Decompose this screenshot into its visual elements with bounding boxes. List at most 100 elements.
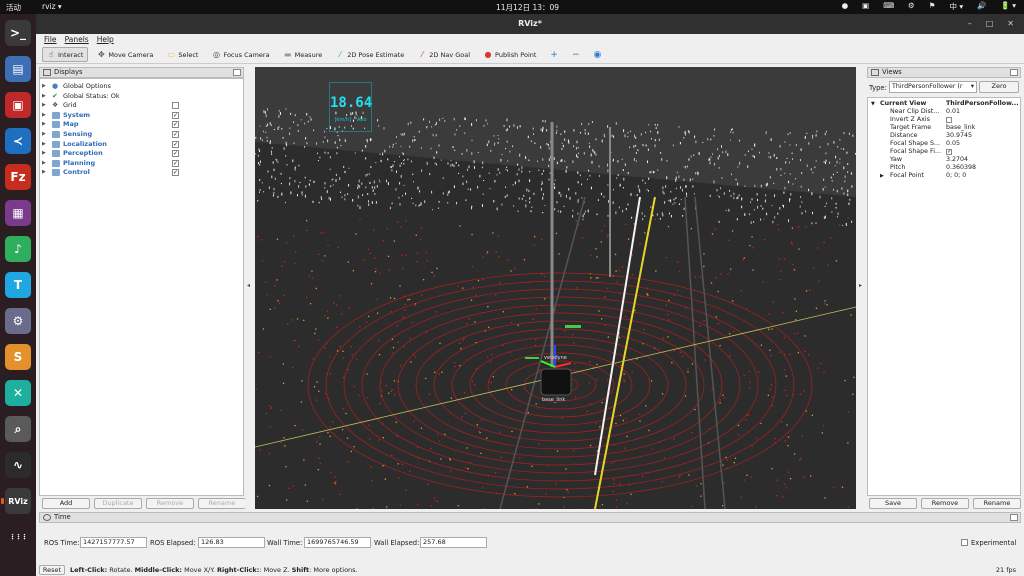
app-indicator-icon[interactable]: ▣ xyxy=(862,1,869,12)
add-tool-icon[interactable]: + xyxy=(545,47,563,62)
display-enable-checkbox[interactable]: ✓ xyxy=(172,150,179,158)
display-row[interactable]: ▶ ✔ Global Status: Ok xyxy=(40,92,240,102)
view-property-value[interactable]: 30.9745 xyxy=(946,132,972,140)
ros-time-field[interactable]: 1427157777.57 xyxy=(80,537,147,548)
expand-arrow-icon[interactable]: ▶ xyxy=(42,92,46,102)
3d-viewport[interactable]: 18.64 [km/h] - Velo velodyne base_link xyxy=(255,67,856,509)
expand-arrow-icon[interactable]: ▶ xyxy=(42,140,46,150)
left-splitter[interactable]: ◂ xyxy=(245,67,253,509)
menu-file[interactable]: File xyxy=(44,34,57,46)
measure-tool-button[interactable]: ▬ Measure xyxy=(279,47,328,62)
activities-button[interactable]: 活动 xyxy=(6,2,21,13)
time-panel-header[interactable]: Time xyxy=(39,512,1021,523)
menu-help[interactable]: Help xyxy=(97,34,114,46)
volume-icon[interactable]: 🔊 xyxy=(977,1,986,12)
network-icon[interactable]: ● xyxy=(842,1,849,12)
display-enable-checkbox[interactable]: ✓ xyxy=(172,140,179,148)
wall-time-field[interactable]: 1699765746.59 xyxy=(304,537,371,548)
panel-close-icon[interactable] xyxy=(1010,514,1018,521)
view-property-row[interactable]: Target Frame base_link xyxy=(868,124,1022,132)
view-property-checkbox[interactable]: ✓ xyxy=(946,149,952,155)
minimize-icon[interactable]: – xyxy=(968,14,972,34)
displays-tree[interactable]: ▶ ● Global Options ▶ ✔ Global Status: Ok ▶ ❖ Gri… xyxy=(39,78,244,496)
displays-panel-header[interactable]: Displays xyxy=(39,67,244,78)
dock-text-editor-icon[interactable]: ▣ xyxy=(5,92,31,118)
view-property-row[interactable]: Distance 30.9745 xyxy=(868,132,1022,140)
dock-search-tool-icon[interactable]: ⌕ xyxy=(5,416,31,442)
dock-terminal-icon[interactable]: >_ xyxy=(5,20,31,46)
remove-display-button[interactable]: Remove xyxy=(146,498,194,509)
remove-view-button[interactable]: Remove xyxy=(921,498,969,509)
zero-button[interactable]: Zero xyxy=(979,81,1019,93)
dock-rviz-icon[interactable]: RViz xyxy=(1,488,31,514)
display-row[interactable]: ▶ System ✓ xyxy=(40,111,240,121)
keyboard-icon[interactable]: ⌨ xyxy=(883,1,894,12)
expand-arrow-icon[interactable]: ▶ xyxy=(880,172,884,180)
publish-point-tool-button[interactable]: ● Publish Point xyxy=(479,47,541,62)
dock-system-monitor-icon[interactable]: ▤ xyxy=(5,56,31,82)
views-properties[interactable]: ▼ Current View ThirdPersonFollow... Near… xyxy=(867,97,1021,496)
expand-arrow-icon[interactable]: ▶ xyxy=(42,168,46,178)
move-camera-tool-button[interactable]: ✥ Move Camera xyxy=(92,47,158,62)
dock-show-apps-icon[interactable]: ⋮⋮⋮ xyxy=(5,524,31,550)
expand-arrow-icon[interactable]: ▶ xyxy=(42,159,46,169)
system-tray[interactable]: ● ▣ ⌨ ⚙ ⚑ 中 ▾ 🔊 🔋 ▾ xyxy=(842,1,1016,12)
2d-nav-goal-tool-button[interactable]: ⁄ 2D Nav Goal xyxy=(413,47,475,62)
dock-music-player-icon[interactable]: ♪ xyxy=(5,236,31,262)
experimental-checkbox[interactable] xyxy=(961,539,968,546)
display-row[interactable]: ▶ Localization ✓ xyxy=(40,140,240,150)
view-property-row[interactable]: Near Clip Dist... 0.01 xyxy=(868,108,1022,116)
display-enable-checkbox[interactable]: ✓ xyxy=(172,169,179,177)
display-enable-checkbox[interactable]: ✓ xyxy=(172,121,179,129)
display-row[interactable]: ▶ Planning ✓ xyxy=(40,159,240,169)
remove-tool-icon[interactable]: − xyxy=(567,47,585,62)
interact-tool-button[interactable]: ☝ Interact xyxy=(42,47,89,62)
focus-camera-tool-button[interactable]: ◎ Focus Camera xyxy=(207,47,274,62)
input-method-indicator[interactable]: 中 ▾ xyxy=(950,1,964,12)
menu-panels[interactable]: Panels xyxy=(65,34,89,46)
display-enable-checkbox[interactable] xyxy=(172,102,179,110)
view-property-value[interactable]: 0.05 xyxy=(946,140,960,148)
view-property-row[interactable]: Invert Z Axis xyxy=(868,116,1022,124)
2d-pose-estimate-tool-button[interactable]: ⁄ 2D Pose Estimate xyxy=(331,47,409,62)
select-tool-button[interactable]: ▭ Select xyxy=(162,47,203,62)
view-property-row[interactable]: Focal Shape Fi... ✓ xyxy=(868,148,1022,156)
dock-screen-recorder-icon[interactable]: ▦ xyxy=(5,200,31,226)
settings-icon[interactable]: ⚙ xyxy=(908,1,915,12)
view-property-row[interactable]: Yaw 3.2704 xyxy=(868,156,1022,164)
ros-elapsed-field[interactable]: 126.83 xyxy=(198,537,265,548)
maximize-icon[interactable]: □ xyxy=(986,14,994,34)
close-icon[interactable]: ✕ xyxy=(1007,14,1014,34)
window-titlebar[interactable]: RViz* – □ ✕ xyxy=(36,14,1024,34)
view-options-icon[interactable]: ◉ xyxy=(589,47,607,62)
dock-feishu-icon[interactable]: T xyxy=(5,272,31,298)
reset-button[interactable]: Reset xyxy=(39,565,65,575)
battery-icon[interactable]: 🔋 ▾ xyxy=(1001,1,1017,12)
view-property-row[interactable]: Focal Shape S... 0.05 xyxy=(868,140,1022,148)
expand-arrow-icon[interactable]: ▶ xyxy=(42,82,46,92)
clock[interactable]: 11月12日 13：09 xyxy=(496,2,559,13)
rename-display-button[interactable]: Rename xyxy=(198,498,246,509)
dock-remote-desktop-icon[interactable]: ✕ xyxy=(5,380,31,406)
dock-sublime-text-icon[interactable]: S xyxy=(5,344,31,370)
display-row[interactable]: ▶ Map ✓ xyxy=(40,120,240,130)
point-cloud-scene[interactable] xyxy=(255,67,856,509)
display-enable-checkbox[interactable]: ✓ xyxy=(172,159,179,167)
display-row[interactable]: ▶ Control ✓ xyxy=(40,168,240,178)
view-property-value[interactable]: 0.360398 xyxy=(946,164,976,172)
dock-virtualbox-icon[interactable]: ⚙ xyxy=(5,308,31,334)
view-property-value[interactable]: 0.01 xyxy=(946,108,960,116)
panel-close-icon[interactable] xyxy=(1010,69,1018,76)
wall-elapsed-field[interactable]: 257.68 xyxy=(420,537,487,548)
view-type-select[interactable]: ThirdPersonFollower (r ▾ xyxy=(889,81,977,93)
expand-arrow-icon[interactable]: ▼ xyxy=(871,100,875,108)
save-view-button[interactable]: Save xyxy=(869,498,917,509)
display-row[interactable]: ▶ ● Global Options xyxy=(40,82,240,92)
view-property-value[interactable]: 0; 0; 0 xyxy=(946,172,966,180)
view-property-row[interactable]: Pitch 0.360398 xyxy=(868,164,1022,172)
view-property-row[interactable]: ▶ Focal Point 0; 0; 0 xyxy=(868,172,1022,180)
display-enable-checkbox[interactable]: ✓ xyxy=(172,131,179,138)
views-panel-header[interactable]: Views xyxy=(867,67,1021,78)
expand-arrow-icon[interactable]: ▶ xyxy=(42,130,46,140)
rename-view-button[interactable]: Rename xyxy=(973,498,1021,509)
